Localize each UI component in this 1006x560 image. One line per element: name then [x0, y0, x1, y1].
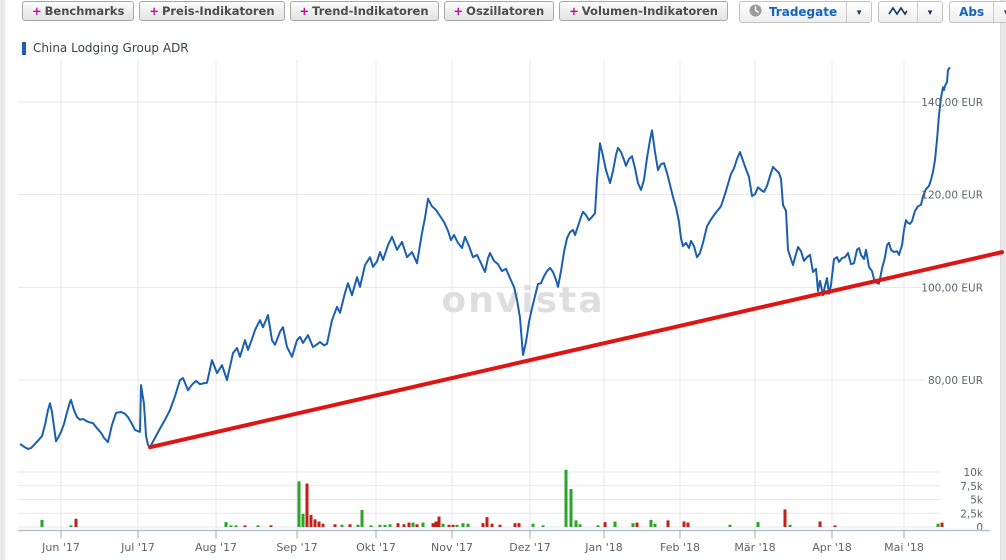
price-volume-chart: onvista 140,00 EUR 120,00 EUR 100,00 EUR 80,… [0, 0, 1006, 560]
svg-text:Aug '17: Aug '17 [195, 541, 237, 554]
add-benchmarks-button[interactable]: +Benchmarks [22, 1, 134, 21]
exchange-select: Tradegate ▼ [739, 1, 872, 23]
svg-text:Mai '18: Mai '18 [884, 541, 924, 554]
exchange-dropdown-arrow[interactable]: ▼ [846, 2, 871, 22]
svg-text:Nov '17: Nov '17 [431, 541, 473, 554]
price-line [20, 67, 950, 449]
chart-toolbar: +Benchmarks +Preis-Indikatoren +Trend-In… [22, 1, 1006, 23]
svg-text:120,00 EUR: 120,00 EUR [921, 190, 983, 202]
svg-text:onvista: onvista [441, 280, 604, 321]
price-gridlines [18, 102, 925, 380]
chevron-down-icon: ▼ [926, 8, 934, 17]
svg-text:80,00 EUR: 80,00 EUR [928, 375, 983, 387]
clock-icon [749, 4, 762, 20]
svg-text:Dez '17: Dez '17 [509, 541, 551, 554]
chart-type-select: ▼ [878, 1, 943, 23]
chevron-down-icon: ▼ [855, 8, 863, 17]
exchange-label: Tradegate [769, 5, 837, 19]
svg-text:5k: 5k [970, 495, 984, 507]
plus-icon: + [454, 4, 464, 18]
plus-icon: + [32, 4, 42, 18]
svg-text:10k: 10k [964, 467, 984, 479]
button-label: Volumen-Indikatoren [582, 4, 718, 18]
volume-bars [41, 470, 944, 527]
svg-text:Apr '18: Apr '18 [812, 541, 852, 554]
svg-text:Mär '18: Mär '18 [734, 541, 775, 554]
plus-icon: + [149, 4, 159, 18]
scale-dropdown-arrow[interactable]: ▼ [993, 2, 1006, 22]
button-label: Benchmarks [45, 4, 125, 18]
svg-text:0: 0 [976, 522, 983, 534]
svg-text:Jun '17: Jun '17 [41, 541, 80, 554]
button-label: Trend-Indikatoren [312, 4, 428, 18]
chevron-down-icon: ▼ [1002, 8, 1006, 17]
add-oscillators-button[interactable]: +Oszillatoren [444, 1, 555, 21]
volume-gridlines [18, 472, 940, 527]
exchange-select-button[interactable]: Tradegate [740, 2, 846, 22]
line-chart-icon [888, 5, 908, 20]
add-price-indicators-button[interactable]: +Preis-Indikatoren [139, 1, 284, 21]
button-label: Oszillatoren [466, 4, 544, 18]
chart-type-dropdown-arrow[interactable]: ▼ [917, 2, 942, 22]
plus-icon: + [300, 4, 310, 18]
chart-type-button[interactable] [879, 2, 917, 22]
svg-text:2,5k: 2,5k [960, 508, 984, 520]
series-name: China Lodging Group ADR [33, 41, 189, 55]
price-axis-labels: 140,00 EUR 120,00 EUR 100,00 EUR 80,00 EUR [921, 97, 983, 387]
volume-axis-labels: 10k 7,5k 5k2,5k 0 [960, 467, 984, 534]
scale-select: Abs ▼ [949, 1, 1006, 23]
svg-text:Feb '18: Feb '18 [660, 541, 700, 554]
svg-text:7,5k: 7,5k [960, 481, 984, 493]
add-trend-indicators-button[interactable]: +Trend-Indikatoren [290, 1, 439, 21]
scale-button[interactable]: Abs [950, 2, 993, 22]
svg-text:Okt '17: Okt '17 [356, 541, 396, 554]
svg-text:100,00 EUR: 100,00 EUR [921, 282, 983, 294]
series-color-marker [22, 42, 26, 55]
add-volume-indicators-button[interactable]: +Volumen-Indikatoren [559, 1, 728, 21]
svg-text:Jan '18: Jan '18 [584, 541, 622, 554]
x-axis: Jun '17 Jul '17 Aug '17 Sep '17 Okt '17 Nov '… [18, 531, 990, 555]
plus-icon: + [569, 4, 579, 18]
button-label: Preis-Indikatoren [162, 4, 275, 18]
svg-text:Sep '17: Sep '17 [276, 541, 317, 554]
series-legend: China Lodging Group ADR [22, 41, 189, 55]
svg-text:140,00 EUR: 140,00 EUR [921, 97, 983, 109]
watermark: onvista [441, 280, 604, 321]
scale-label: Abs [959, 5, 984, 19]
svg-text:Jul '17: Jul '17 [120, 541, 155, 554]
